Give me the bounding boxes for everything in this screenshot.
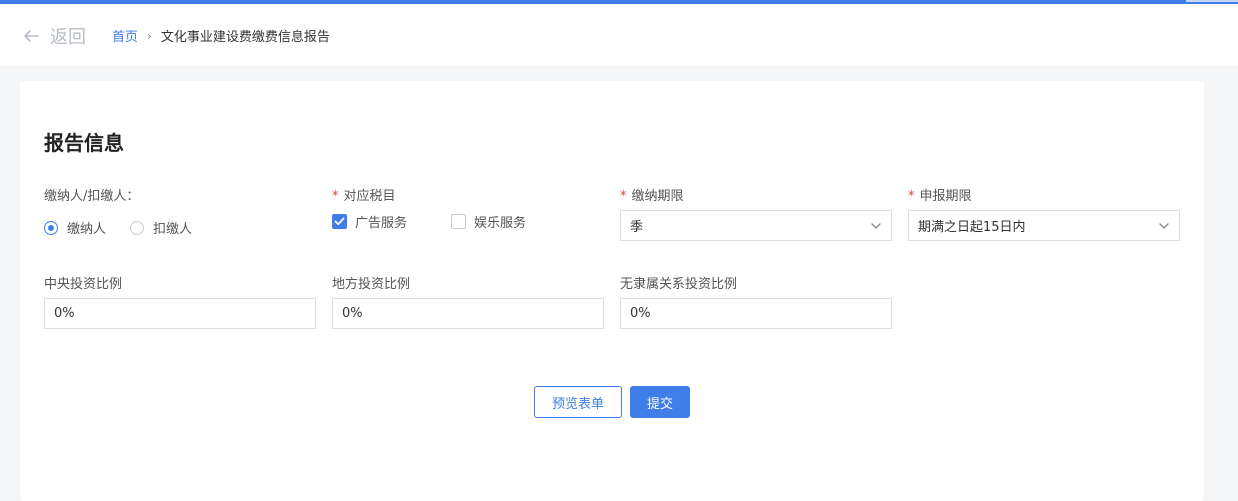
tax-item-label-wrap: * 对应税目	[332, 185, 396, 204]
required-mark: *	[332, 189, 339, 204]
tax-item-checkbox-group: 广告服务 娱乐服务	[332, 212, 570, 231]
radio-option-withholder[interactable]: 扣缴人	[130, 218, 192, 237]
payment-period-value: 季	[630, 220, 644, 235]
chevron-right-icon: ›	[147, 28, 152, 43]
form-actions: 预览表单 提交	[534, 386, 690, 418]
central-ratio-label: 中央投资比例	[44, 277, 123, 292]
tax-item-label: 对应税目	[343, 189, 396, 204]
payer-type-label: 缴纳人/扣缴人：	[44, 189, 140, 204]
central-ratio-value: 0%	[54, 306, 75, 321]
breadcrumb-home-link[interactable]: 首页	[112, 26, 138, 45]
unaffiliated-ratio-value: 0%	[630, 306, 651, 321]
payment-period-label: 缴纳期限	[631, 189, 684, 204]
checkbox-option-advertising[interactable]: 广告服务	[332, 212, 407, 231]
filing-deadline-label-wrap: * 申报期限	[908, 185, 972, 204]
submit-button[interactable]: 提交	[630, 386, 690, 418]
checkbox-label-entertainment: 娱乐服务	[474, 216, 527, 231]
unaffiliated-ratio-input[interactable]: 0%	[620, 298, 892, 329]
payment-period-select[interactable]: 季	[620, 210, 892, 241]
local-ratio-value: 0%	[342, 306, 363, 321]
top-scroll-hint	[1186, 0, 1238, 2]
filing-deadline-label: 申报期限	[919, 189, 972, 204]
payer-type-radio-group: 缴纳人 扣缴人	[44, 218, 216, 237]
filing-deadline-select[interactable]: 期满之日起15日内	[908, 210, 1180, 241]
breadcrumb-current: 文化事业建设费缴费信息报告	[160, 30, 330, 45]
central-ratio-input[interactable]: 0%	[44, 298, 316, 329]
report-form-card: 报告信息 缴纳人/扣缴人： * 对应税目 * 缴纳期限 * 申报期限 缴纳人 扣缴人 …	[20, 81, 1204, 501]
checkbox-checked[interactable]	[332, 214, 347, 229]
required-mark: *	[620, 189, 627, 204]
back-label: 返回	[50, 27, 86, 48]
local-ratio-input[interactable]: 0%	[332, 298, 604, 329]
radio-button-selected[interactable]	[44, 220, 58, 235]
radio-label-payer: 缴纳人	[67, 222, 107, 237]
back-button[interactable]: 返回	[22, 22, 86, 50]
filing-deadline-value: 期满之日起15日内	[918, 220, 1026, 235]
radio-label-withholder: 扣缴人	[153, 222, 193, 237]
radio-option-payer[interactable]: 缴纳人	[44, 218, 106, 237]
payment-period-label-wrap: * 缴纳期限	[620, 185, 684, 204]
section-title: 报告信息	[44, 131, 124, 155]
checkbox-label-advertising: 广告服务	[355, 216, 408, 231]
radio-button[interactable]	[130, 220, 145, 235]
checkbox[interactable]	[451, 214, 467, 229]
unaffiliated-ratio-label: 无隶属关系投资比例	[620, 277, 738, 292]
breadcrumb: 首页 › 文化事业建设费缴费信息报告	[112, 26, 330, 46]
chevron-down-icon	[871, 222, 881, 229]
local-ratio-label: 地方投资比例	[332, 277, 411, 292]
chevron-down-icon	[1159, 222, 1169, 229]
preview-form-button[interactable]: 预览表单	[534, 386, 622, 418]
checkbox-option-entertainment[interactable]: 娱乐服务	[451, 212, 526, 231]
arrow-left-icon	[24, 30, 39, 42]
required-mark: *	[908, 189, 915, 204]
page-header: 返回 首页 › 文化事业建设费缴费信息报告	[0, 4, 1238, 66]
checkmark-icon	[334, 217, 345, 226]
